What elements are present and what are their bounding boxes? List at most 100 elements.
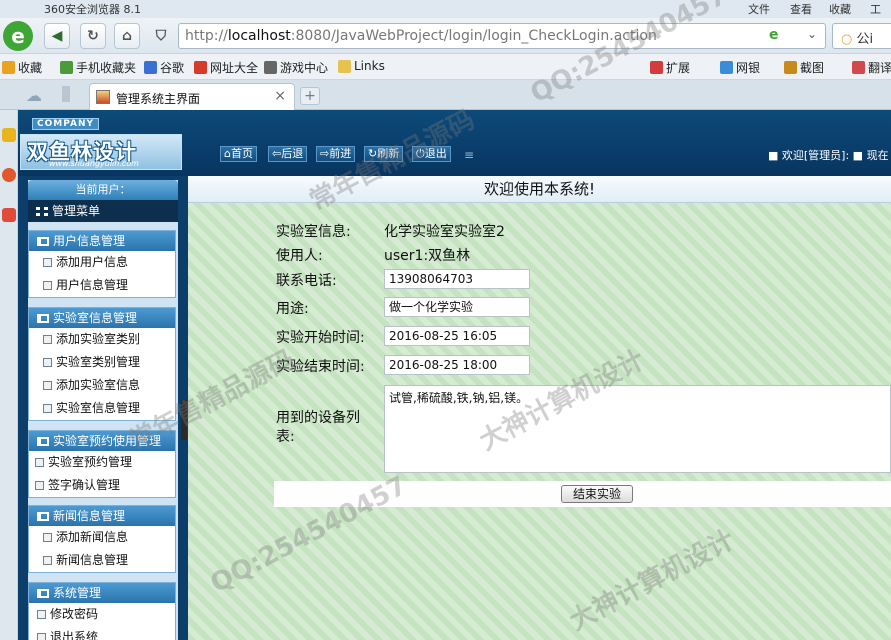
compat-mode-icon[interactable]: e bbox=[769, 27, 779, 43]
user-value: user1:双鱼林 bbox=[384, 248, 471, 264]
form-footer: 结束实验 bbox=[274, 481, 891, 507]
menu-item[interactable]: 实验室信息管理 bbox=[29, 397, 175, 420]
menu-group-header[interactable]: 实验室预约使用管理 bbox=[29, 431, 175, 451]
new-tab-button[interactable]: + bbox=[300, 87, 320, 105]
menu-view[interactable]: 查看 bbox=[790, 1, 812, 17]
back-button[interactable]: ◀ bbox=[44, 23, 70, 49]
address-bar-area: e ◀ ↻ ⌂ ⛉ http://localhost:8080/JavaWebP… bbox=[0, 18, 891, 54]
home-icon: ⌂ bbox=[224, 147, 231, 160]
menu-item[interactable]: 签字确认管理 bbox=[29, 474, 175, 497]
fav-label: 网址大全 bbox=[210, 61, 259, 75]
shield-icon: ⛉ bbox=[155, 28, 167, 44]
menu-item[interactable]: 添加新闻信息 bbox=[29, 526, 175, 549]
tab-close-icon[interactable]: × bbox=[274, 88, 286, 104]
purpose-label: 用途: bbox=[276, 301, 309, 317]
back-arrow-icon: ⇦ bbox=[272, 147, 282, 160]
menu-group-system: 系统管理 修改密码 退出系统 bbox=[28, 582, 176, 640]
main-content: 欢迎使用本系统! 实验室信息: 化学实验室实验室2 使用人: user1:双鱼林… bbox=[188, 176, 891, 640]
menu-group-title: 用户信息管理 bbox=[53, 234, 126, 248]
toolbar-exit-button[interactable]: ⏻退出 bbox=[412, 146, 451, 162]
menu-item[interactable]: 添加用户信息 bbox=[29, 251, 175, 274]
reload-button[interactable]: ↻ bbox=[80, 23, 106, 49]
phone-field[interactable]: 13908064703 bbox=[384, 269, 530, 289]
end-time-label: 实验结束时间: bbox=[276, 359, 365, 375]
url-host: localhost bbox=[227, 28, 291, 44]
menu-group-header[interactable]: 用户信息管理 bbox=[29, 231, 175, 251]
page-icon bbox=[43, 335, 52, 344]
menu-item-label: 实验室信息管理 bbox=[56, 401, 141, 415]
fav-site-nav[interactable]: 网址大全 bbox=[194, 59, 258, 76]
menu-item-label: 添加新闻信息 bbox=[56, 530, 129, 544]
menu-group-header[interactable]: 系统管理 bbox=[29, 583, 175, 603]
current-user-label: 当前用户： bbox=[28, 180, 178, 200]
sidebar-collapse-handle[interactable] bbox=[181, 400, 187, 440]
toolbar-menu-icon[interactable]: ≡ bbox=[464, 148, 474, 162]
start-time-field[interactable]: 2016-08-25 16:05 bbox=[384, 326, 530, 346]
menu-item[interactable]: 实验室类别管理 bbox=[29, 351, 175, 374]
user-label: 使用人: bbox=[276, 248, 323, 264]
tab-main-page[interactable]: 管理系统主界面 × bbox=[89, 83, 295, 110]
side-weibo-icon[interactable] bbox=[2, 168, 16, 182]
fav-label: 手机收藏夹 bbox=[76, 61, 137, 75]
home-button[interactable]: ⌂ bbox=[114, 23, 140, 49]
fav-screenshot[interactable]: 截图 bbox=[784, 59, 824, 76]
fav-ebank[interactable]: 网银 bbox=[720, 59, 760, 76]
toolbar-home-button[interactable]: ⌂首页 bbox=[220, 146, 257, 162]
fav-collect[interactable]: 收藏 bbox=[2, 59, 42, 76]
translate-icon bbox=[852, 61, 865, 74]
toolbar-label: 后退 bbox=[281, 147, 304, 160]
menu-favorites[interactable]: 收藏 bbox=[829, 1, 851, 17]
menu-item-label: 添加用户信息 bbox=[56, 255, 129, 269]
gamepad-icon bbox=[264, 61, 277, 74]
menu-group-header[interactable]: 实验室信息管理 bbox=[29, 308, 175, 328]
menu-group-user: 用户信息管理 添加用户信息 用户信息管理 bbox=[28, 230, 176, 298]
search-input[interactable]: ○ 公i bbox=[832, 23, 891, 49]
toolbar-refresh-button[interactable]: ↻刷新 bbox=[364, 146, 404, 162]
menu-item[interactable]: 新闻信息管理 bbox=[29, 549, 175, 572]
menu-item[interactable]: 用户信息管理 bbox=[29, 274, 175, 297]
page-icon bbox=[43, 381, 52, 390]
folder-icon bbox=[37, 436, 49, 446]
fav-label: 收藏 bbox=[18, 61, 43, 75]
menu-item[interactable]: 实验室预约管理 bbox=[29, 451, 175, 474]
dropdown-chevron-icon[interactable]: ⌄ bbox=[807, 27, 817, 41]
fav-extensions[interactable]: 扩展 bbox=[650, 59, 690, 76]
menu-item[interactable]: 退出系统 bbox=[29, 626, 175, 640]
tab-bar: ☁ 管理系统主界面 × + bbox=[0, 80, 891, 110]
browser-app-title: 360安全浏览器 8.1 bbox=[44, 3, 141, 16]
menu-file[interactable]: 文件 bbox=[748, 1, 770, 17]
menu-item-label: 退出系统 bbox=[50, 630, 99, 640]
page-icon bbox=[43, 258, 52, 267]
fav-games[interactable]: 游戏中心 bbox=[264, 59, 328, 76]
side-mail-icon[interactable] bbox=[2, 208, 16, 222]
page-icon bbox=[43, 556, 52, 565]
side-star-icon[interactable] bbox=[2, 128, 16, 142]
tab-list-icon[interactable] bbox=[62, 86, 70, 102]
purpose-field[interactable]: 做一个化学实验 bbox=[384, 297, 530, 317]
refresh-icon: ↻ bbox=[368, 147, 378, 160]
current-user-text: 当前用户： bbox=[75, 183, 131, 196]
menu-group-header[interactable]: 新闻信息管理 bbox=[29, 506, 175, 526]
favorites-bar: 收藏 手机收藏夹 谷歌 网址大全 游戏中心 Links 扩展 网银 截图 翻译 bbox=[0, 54, 891, 80]
menu-item-label: 新闻信息管理 bbox=[56, 553, 129, 567]
toolbar-label: 刷新 bbox=[377, 147, 400, 160]
brand-url: www.shuangyulin.com bbox=[49, 159, 139, 168]
fav-google[interactable]: 谷歌 bbox=[144, 59, 184, 76]
end-experiment-button[interactable]: 结束实验 bbox=[561, 485, 633, 503]
cloud-icon[interactable]: ☁ bbox=[26, 86, 42, 105]
menu-item[interactable]: 修改密码 bbox=[29, 603, 175, 626]
menu-item[interactable]: 添加实验室信息 bbox=[29, 374, 175, 397]
fav-links[interactable]: Links bbox=[338, 59, 385, 73]
lab-info-value: 化学实验室实验室2 bbox=[384, 224, 505, 240]
end-time-field[interactable]: 2016-08-25 18:00 bbox=[384, 355, 530, 375]
equipment-textarea[interactable]: 试管,稀硫酸,铁,钠,铝,镁。 bbox=[384, 385, 891, 473]
menu-item[interactable]: 添加实验室类别 bbox=[29, 328, 175, 351]
url-input[interactable]: http://localhost:8080/JavaWebProject/log… bbox=[178, 23, 826, 49]
toolbar-back-button[interactable]: ⇦后退 bbox=[268, 146, 308, 162]
menu-group-lab: 实验室信息管理 添加实验室类别 实验室类别管理 添加实验室信息 实验室信息管理 bbox=[28, 307, 176, 421]
fav-translate[interactable]: 翻译 bbox=[852, 59, 891, 76]
security-shield[interactable]: ⛉ bbox=[148, 23, 174, 49]
company-tag: COMPANY bbox=[32, 118, 99, 130]
fav-mobile[interactable]: 手机收藏夹 bbox=[60, 59, 136, 76]
toolbar-forward-button[interactable]: ⇨前进 bbox=[316, 146, 356, 162]
